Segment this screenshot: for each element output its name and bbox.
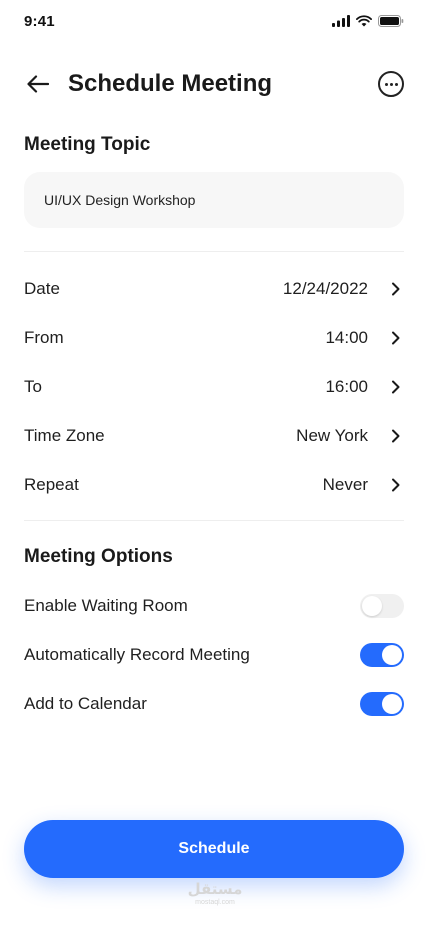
- setting-value: 12/24/2022: [282, 279, 368, 298]
- chevron-right-icon: [388, 428, 404, 444]
- setting-label: Time Zone: [24, 426, 105, 445]
- setting-value: 14:00: [325, 328, 368, 347]
- schedule-button[interactable]: Schedule: [24, 820, 404, 878]
- option-row-waiting-room: Enable Waiting Room: [24, 591, 404, 621]
- toggle-knob: [362, 596, 382, 616]
- meeting-options-heading: Meeting Options: [24, 546, 173, 567]
- setting-label: To: [24, 377, 42, 396]
- divider: [24, 520, 404, 521]
- status-icons: [332, 15, 404, 27]
- setting-label: Date: [24, 279, 60, 298]
- setting-value: New York: [296, 426, 368, 445]
- setting-label: Repeat: [24, 475, 79, 494]
- setting-label: From: [24, 328, 64, 347]
- option-row-record-meeting: Automatically Record Meeting: [24, 640, 404, 670]
- chevron-right-icon: [388, 477, 404, 493]
- meeting-topic-input[interactable]: [44, 192, 384, 208]
- meeting-topic-heading: Meeting Topic: [24, 134, 151, 155]
- battery-icon: [378, 15, 404, 27]
- toggle-knob: [382, 694, 402, 714]
- chevron-right-icon: [388, 379, 404, 395]
- setting-value: 16:00: [325, 377, 368, 396]
- header: Schedule Meeting: [24, 62, 404, 106]
- setting-row-date[interactable]: Date 12/24/2022: [24, 274, 404, 304]
- add-to-calendar-toggle[interactable]: [360, 692, 404, 716]
- watermark-text: مستقل: [187, 880, 243, 898]
- option-label: Enable Waiting Room: [24, 596, 188, 615]
- record-meeting-toggle[interactable]: [360, 643, 404, 667]
- divider: [24, 251, 404, 252]
- watermark-logo: مستقل mostaql.com: [185, 880, 245, 907]
- setting-row-from[interactable]: From 14:00: [24, 323, 404, 353]
- waiting-room-toggle[interactable]: [360, 594, 404, 618]
- cellular-signal-icon: [332, 15, 350, 27]
- option-label: Automatically Record Meeting: [24, 645, 250, 664]
- arrow-left-icon: [27, 75, 49, 93]
- toggle-knob: [382, 645, 402, 665]
- status-bar: 9:41: [0, 0, 428, 44]
- setting-row-to[interactable]: To 16:00: [24, 372, 404, 402]
- more-options-icon: [384, 82, 388, 86]
- wifi-icon: [356, 15, 372, 27]
- setting-value: Never: [322, 475, 368, 494]
- meeting-topic-field[interactable]: [24, 172, 404, 228]
- back-button[interactable]: [24, 70, 52, 98]
- option-label: Add to Calendar: [24, 694, 147, 713]
- watermark-url: mostaql.com: [195, 899, 235, 906]
- status-time: 9:41: [24, 13, 55, 30]
- more-options-button[interactable]: [378, 71, 404, 97]
- chevron-right-icon: [388, 330, 404, 346]
- setting-row-time-zone[interactable]: Time Zone New York: [24, 421, 404, 451]
- chevron-right-icon: [388, 281, 404, 297]
- setting-row-repeat[interactable]: Repeat Never: [24, 470, 404, 500]
- page-title: Schedule Meeting: [68, 70, 273, 97]
- option-row-add-to-calendar: Add to Calendar: [24, 689, 404, 719]
